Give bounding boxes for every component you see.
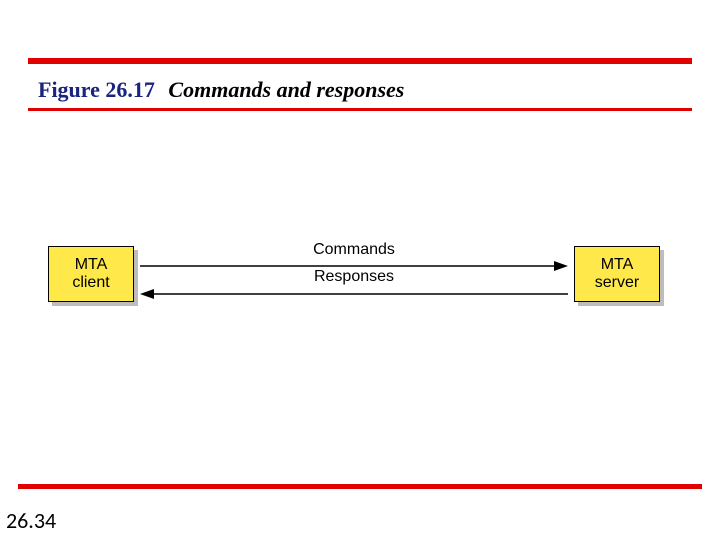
mta-server-line2: server bbox=[595, 274, 639, 292]
figure-caption: Commands and responses bbox=[168, 77, 404, 102]
slide: Figure 26.17 Commands and responses MTA … bbox=[0, 0, 720, 540]
responses-label: Responses bbox=[140, 268, 568, 286]
commands-label: Commands bbox=[140, 241, 568, 259]
mta-client-box: MTA client bbox=[48, 246, 134, 302]
title-underline bbox=[28, 108, 692, 111]
mta-client-line1: MTA bbox=[75, 256, 108, 274]
responses-arrow-icon bbox=[140, 288, 568, 300]
bottom-divider bbox=[18, 484, 702, 489]
figure-title-row: Figure 26.17 Commands and responses bbox=[38, 78, 404, 102]
top-divider bbox=[28, 58, 692, 64]
page-number: 26.34 bbox=[6, 507, 56, 534]
figure-label: Figure 26.17 bbox=[38, 77, 155, 102]
mta-server-box: MTA server bbox=[574, 246, 660, 302]
mta-client-line2: client bbox=[72, 274, 109, 292]
mta-server-line1: MTA bbox=[601, 256, 634, 274]
